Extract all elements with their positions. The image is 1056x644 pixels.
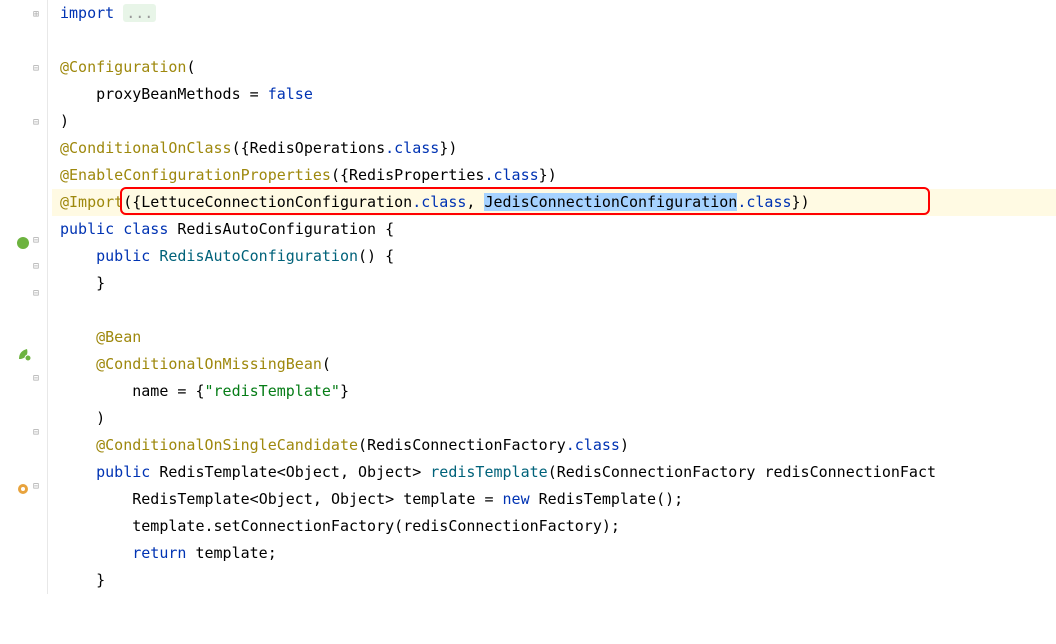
code-line[interactable]: public RedisTemplate<Object, Object> red… <box>52 459 1056 486</box>
code-line[interactable]: public class RedisAutoConfiguration { <box>52 216 1056 243</box>
code-line[interactable]: import ... <box>52 0 1056 27</box>
keyword-new: new <box>503 490 530 508</box>
annotation-import: @Import <box>60 193 123 211</box>
code-line[interactable]: @Bean <box>52 324 1056 351</box>
string-redistemplate: "redisTemplate" <box>205 382 340 400</box>
class-lettuceconfig: LettuceConnectionConfiguration <box>141 193 412 211</box>
selected-jedisconfig: JedisConnectionConfiguration <box>484 193 737 211</box>
code-line[interactable]: proxyBeanMethods = false <box>52 81 1056 108</box>
code-line[interactable]: @ConditionalOnSingleCandidate(RedisConne… <box>52 432 1056 459</box>
fold-toggle-icon[interactable]: ⊟ <box>33 60 45 72</box>
blank-line <box>52 297 1056 324</box>
class-redisoperations: RedisOperations <box>250 139 385 157</box>
dot-class: .class <box>412 193 466 211</box>
constructor-name: RedisAutoConfiguration <box>159 247 358 265</box>
bean-gutter-icon[interactable] <box>16 478 32 494</box>
code-line-highlighted[interactable]: @Import({LettuceConnectionConfiguration.… <box>52 189 1056 216</box>
code-line[interactable]: template.setConnectionFactory(redisConne… <box>52 513 1056 540</box>
fold-toggle-icon[interactable]: ⊟ <box>33 232 45 244</box>
code-line[interactable]: @ConditionalOnMissingBean( <box>52 351 1056 378</box>
code-line[interactable]: name = {"redisTemplate"} <box>52 378 1056 405</box>
class-name: RedisAutoConfiguration <box>177 220 376 238</box>
param-name: redisConnectionFact <box>764 463 936 481</box>
type-redistemplate: RedisTemplate <box>159 463 276 481</box>
folded-imports[interactable]: ... <box>123 4 156 22</box>
fold-toggle-icon[interactable]: ⊟ <box>33 258 45 270</box>
keyword-import: import <box>60 4 114 22</box>
code-line[interactable]: ) <box>52 405 1056 432</box>
keyword-return: return <box>132 544 186 562</box>
keyword-class: class <box>123 220 168 238</box>
annotation-conditionalonclass: @ConditionalOnClass <box>60 139 232 157</box>
keyword-public: public <box>96 463 150 481</box>
keyword-public: public <box>60 220 114 238</box>
class-redisproperties: RedisProperties <box>349 166 484 184</box>
code-area[interactable]: import ... @Configuration( proxyBeanMeth… <box>48 0 1056 594</box>
annotation-enableconfigprops: @EnableConfigurationProperties <box>60 166 331 184</box>
fold-toggle-icon[interactable]: ⊟ <box>33 424 45 436</box>
code-editor: ⊞ ⊟ ⊟ ⊟ ⊟ ⊟ ⊟ ⊟ ⊟ import ... @Configurat… <box>0 0 1056 594</box>
blank-line <box>52 27 1056 54</box>
method-redistemplate: redisTemplate <box>430 463 547 481</box>
annotation-conditionalonsinglecandidate: @ConditionalOnSingleCandidate <box>96 436 358 454</box>
code-line[interactable]: } <box>52 567 1056 594</box>
class-redisconnectionfactory: RedisConnectionFactory <box>367 436 566 454</box>
code-line[interactable]: @ConditionalOnClass({RedisOperations.cla… <box>52 135 1056 162</box>
annotation-conditionalonmissingbean: @ConditionalOnMissingBean <box>96 355 322 373</box>
keyword-public: public <box>96 247 150 265</box>
var-template: template <box>403 490 475 508</box>
code-line[interactable]: RedisTemplate<Object, Object> template =… <box>52 486 1056 513</box>
type-redistemplate: RedisTemplate <box>132 490 249 508</box>
gutter: ⊞ ⊟ ⊟ ⊟ ⊟ ⊟ ⊟ ⊟ ⊟ <box>0 0 48 594</box>
fold-toggle-icon[interactable]: ⊟ <box>33 285 45 297</box>
fold-toggle-icon[interactable]: ⊞ <box>33 6 45 18</box>
fold-toggle-icon[interactable]: ⊟ <box>33 370 45 382</box>
code-line[interactable]: public RedisAutoConfiguration() { <box>52 243 1056 270</box>
code-line[interactable]: ) <box>52 108 1056 135</box>
dot-class: .class <box>566 436 620 454</box>
annotation-configuration: @Configuration <box>60 58 186 76</box>
code-line[interactable]: return template; <box>52 540 1056 567</box>
keyword-false: false <box>268 85 313 103</box>
fold-toggle-icon[interactable]: ⊟ <box>33 114 45 126</box>
attr-name: name <box>132 382 168 400</box>
attr-proxyBeanMethods: proxyBeanMethods <box>96 85 241 103</box>
bean-icon[interactable] <box>16 232 32 248</box>
dot-class: .class <box>385 139 439 157</box>
code-line[interactable]: @EnableConfigurationProperties({RedisPro… <box>52 162 1056 189</box>
fold-toggle-icon[interactable]: ⊟ <box>33 478 45 490</box>
spring-leaf-icon[interactable] <box>16 344 32 360</box>
dot-class: .class <box>737 193 791 211</box>
dot-class: .class <box>484 166 538 184</box>
annotation-bean: @Bean <box>96 328 141 346</box>
code-line[interactable]: @Configuration( <box>52 54 1056 81</box>
code-line[interactable]: } <box>52 270 1056 297</box>
method-setconnectionfactory: setConnectionFactory <box>214 517 395 535</box>
param-type: RedisConnectionFactory <box>557 463 756 481</box>
